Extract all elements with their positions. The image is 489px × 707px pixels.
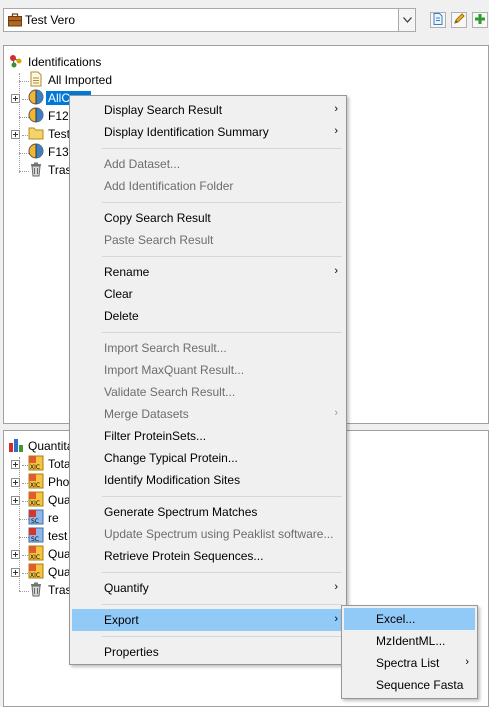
menu-item-update-spectrum: Update Spectrum using Peaklist software.…	[104, 527, 334, 541]
dataset-icon	[28, 107, 44, 126]
briefcase-icon	[8, 13, 22, 30]
tree-item-quant-7[interactable]: XIC Quar	[28, 563, 75, 581]
xic-icon: XIC	[28, 491, 44, 510]
submenu-arrow-icon: ›	[334, 103, 338, 115]
folder-icon	[28, 125, 44, 144]
submenu-arrow-icon: ›	[465, 656, 469, 668]
expand-toggle-icon[interactable]	[11, 568, 20, 577]
xic-icon: XIC	[28, 545, 44, 564]
xic-icon: XIC	[28, 455, 44, 474]
submenu-arrow-icon: ›	[334, 125, 338, 137]
menu-item-rename[interactable]: Rename ›	[72, 261, 344, 283]
menu-item-quantify[interactable]: Quantify ›	[72, 577, 344, 599]
new-document-button[interactable]	[430, 12, 446, 28]
submenu-item-excel[interactable]: Excel...	[344, 608, 475, 630]
submenu-arrow-icon: ›	[334, 613, 338, 625]
trash-icon	[28, 161, 44, 180]
svg-text:XIC: XIC	[30, 554, 40, 561]
tree-item-quant-1[interactable]: XIC Tota	[28, 455, 71, 473]
chevron-down-icon[interactable]	[398, 9, 415, 31]
menu-separator	[102, 572, 342, 573]
context-menu: Display Search Result › Display Identifi…	[69, 95, 347, 665]
menu-item-merge-datasets: Merge Datasets ›	[104, 407, 338, 421]
menu-item-delete[interactable]: Delete	[72, 305, 344, 327]
project-selector-value: Test Vero	[25, 13, 76, 27]
menu-item-add-dataset: Add Dataset...	[104, 157, 181, 171]
menu-item-generate-spectrum-matches[interactable]: Generate Spectrum Matches	[72, 501, 344, 523]
menu-item-paste-search-result: Paste Search Result	[104, 233, 214, 247]
menu-item-import-maxquant-result: Import MaxQuant Result...	[104, 363, 245, 377]
expand-toggle-icon[interactable]	[11, 496, 20, 505]
menu-item-import-search-result: Import Search Result...	[104, 341, 227, 355]
menu-item-display-search-result[interactable]: Display Search Result ›	[72, 99, 344, 121]
svg-text:XIC: XIC	[30, 464, 40, 471]
tree-root-quantitation[interactable]: Quantita	[8, 437, 73, 455]
tree-item-quant-3[interactable]: XIC Quar	[28, 491, 75, 509]
expand-toggle-icon[interactable]	[11, 460, 20, 469]
svg-text:XIC: XIC	[30, 482, 40, 489]
add-plus-icon	[475, 13, 485, 27]
new-document-icon	[433, 12, 443, 28]
identifications-molecule-icon	[8, 53, 24, 72]
menu-separator	[102, 332, 342, 333]
svg-text:XIC: XIC	[30, 572, 40, 579]
submenu-item-mzidentml[interactable]: MzIdentML...	[344, 630, 475, 652]
tree-item-quant-6[interactable]: XIC Quar	[28, 545, 75, 563]
expand-toggle-icon[interactable]	[11, 550, 20, 559]
menu-item-clear[interactable]: Clear	[72, 283, 344, 305]
menu-item-identify-modification-sites[interactable]: Identify Modification Sites	[72, 469, 344, 491]
edit-button[interactable]	[451, 12, 467, 28]
menu-item-add-identification-folder: Add Identification Folder	[104, 179, 234, 193]
submenu-arrow-icon: ›	[334, 407, 338, 419]
menu-item-validate-search-result: Validate Search Result...	[104, 385, 236, 399]
edit-pencil-icon	[453, 12, 465, 28]
dataset-icon	[28, 143, 44, 162]
menu-item-export[interactable]: Export ›	[72, 609, 344, 631]
xic-icon: XIC	[28, 563, 44, 582]
trash-icon	[28, 581, 44, 600]
tree-item-quant-5[interactable]: SC test	[28, 527, 67, 545]
expand-toggle-icon[interactable]	[11, 130, 20, 139]
menu-separator	[102, 148, 342, 149]
menu-item-properties[interactable]: Properties	[72, 641, 344, 663]
xic-icon: XIC	[28, 473, 44, 492]
export-submenu: Excel... MzIdentML... Spectra List › Seq…	[341, 605, 478, 699]
submenu-arrow-icon: ›	[334, 265, 338, 277]
menu-separator	[102, 256, 342, 257]
menu-separator	[102, 496, 342, 497]
project-selector[interactable]: Test Vero	[3, 8, 416, 32]
svg-text:XIC: XIC	[30, 500, 40, 507]
expand-toggle-icon[interactable]	[11, 478, 20, 487]
submenu-item-spectra-list[interactable]: Spectra List ›	[344, 652, 475, 674]
tree-root-identifications[interactable]: Identifications	[8, 53, 101, 71]
tree-item-quant-4[interactable]: SC re	[28, 509, 59, 527]
sc-icon: SC	[28, 509, 44, 528]
menu-separator	[102, 202, 342, 203]
submenu-item-sequence-fasta[interactable]: Sequence Fasta	[344, 674, 475, 696]
svg-text:SC: SC	[31, 518, 39, 525]
document-list-icon	[28, 71, 44, 90]
dataset-icon	[28, 89, 44, 108]
svg-text:SC: SC	[31, 536, 39, 543]
menu-item-change-typical-protein[interactable]: Change Typical Protein...	[72, 447, 344, 469]
menu-item-display-identification-summary[interactable]: Display Identification Summary ›	[72, 121, 344, 143]
sc-icon: SC	[28, 527, 44, 546]
menu-item-retrieve-protein-sequences[interactable]: Retrieve Protein Sequences...	[72, 545, 344, 567]
add-button[interactable]	[472, 12, 488, 28]
tree-item-all-imported[interactable]: All Imported	[28, 71, 112, 89]
menu-item-copy-search-result[interactable]: Copy Search Result	[72, 207, 344, 229]
menu-separator	[102, 604, 342, 605]
expand-toggle-icon[interactable]	[11, 94, 20, 103]
menu-separator	[102, 636, 342, 637]
menu-item-filter-proteinsets[interactable]: Filter ProteinSets...	[72, 425, 344, 447]
bar-chart-icon	[8, 437, 24, 456]
tree-root-label: Identifications	[28, 55, 102, 69]
submenu-arrow-icon: ›	[334, 581, 338, 593]
